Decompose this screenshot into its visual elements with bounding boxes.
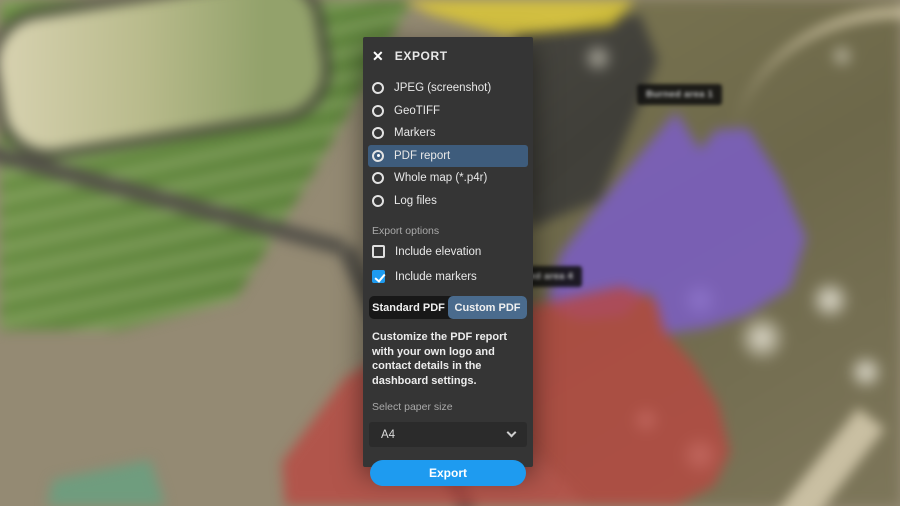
radio-label: Log files (394, 195, 437, 207)
pdf-type-toggle: Standard PDF Custom PDF (369, 296, 527, 319)
checkbox-icon (372, 245, 385, 258)
radio-jpeg[interactable]: JPEG (screenshot) (368, 77, 528, 100)
export-button[interactable]: Export (370, 460, 526, 486)
radio-label: Whole map (*.p4r) (394, 172, 487, 184)
radio-label: Markers (394, 127, 436, 139)
checkbox-include-markers[interactable]: Include markers (363, 264, 533, 289)
paper-size-label: Select paper size (372, 401, 523, 413)
radio-pdf-report[interactable]: PDF report (368, 145, 528, 168)
checkbox-label: Include markers (395, 271, 477, 283)
radio-label: PDF report (394, 150, 450, 162)
dialog-title: EXPORT (395, 49, 448, 63)
app-window: Burned area 1 Burned area 4 ✕ EXPORT JPE… (0, 0, 900, 506)
close-icon[interactable]: ✕ (372, 49, 384, 63)
radio-icon-selected (372, 150, 384, 162)
paper-size-select[interactable]: A4 (369, 422, 527, 447)
map-badge: Burned area 1 (637, 84, 722, 105)
export-dialog: ✕ EXPORT JPEG (screenshot) GeoTIFF Marke… (363, 37, 533, 467)
toggle-standard-pdf[interactable]: Standard PDF (369, 296, 448, 319)
checkbox-label: Include elevation (395, 246, 481, 258)
paper-size-value: A4 (381, 429, 395, 441)
customize-description: Customize the PDF report with your own l… (372, 330, 523, 388)
radio-icon (372, 172, 384, 184)
radio-icon (372, 195, 384, 207)
checkbox-include-elevation[interactable]: Include elevation (363, 239, 533, 264)
dialog-header: ✕ EXPORT (363, 37, 533, 65)
toggle-custom-pdf[interactable]: Custom PDF (448, 296, 527, 319)
radio-whole-map[interactable]: Whole map (*.p4r) (368, 167, 528, 190)
radio-geotiff[interactable]: GeoTIFF (368, 100, 528, 123)
radio-label: GeoTIFF (394, 105, 440, 117)
radio-log-files[interactable]: Log files (368, 190, 528, 213)
radio-icon (372, 82, 384, 94)
radio-markers[interactable]: Markers (368, 122, 528, 145)
radio-icon (372, 105, 384, 117)
radio-icon (372, 127, 384, 139)
chevron-down-icon (507, 428, 517, 438)
checkbox-icon-checked (372, 270, 385, 283)
export-options-label: Export options (372, 225, 523, 237)
format-radio-list: JPEG (screenshot) GeoTIFF Markers PDF re… (363, 77, 533, 212)
radio-label: JPEG (screenshot) (394, 82, 491, 94)
